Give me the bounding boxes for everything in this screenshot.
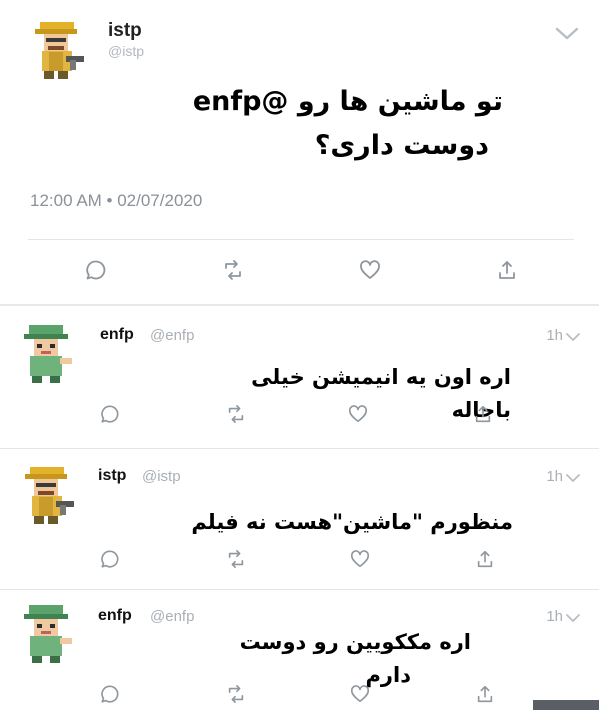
tweet-text-line: تو ماشین ها رو @enfp — [192, 86, 503, 117]
divider — [28, 239, 574, 240]
retweet-icon[interactable] — [226, 549, 246, 569]
reply-text: منظورم "ماشین"هست نه فیلم — [93, 506, 513, 539]
reply-text-line: دارم — [365, 663, 411, 687]
reply-tweet[interactable]: istp @istp 1h منظورم "ماشین"هست نه فیلم — [0, 449, 599, 589]
share-icon[interactable] — [473, 404, 493, 424]
like-icon[interactable] — [350, 684, 370, 704]
tweet-timestamp[interactable]: 12:00 AM • 02/07/2020 — [30, 191, 202, 211]
istp-avatar[interactable] — [20, 463, 78, 525]
enfp-character-icon — [24, 605, 72, 663]
main-tweet: istp @istp تو ماشین ها رو @enfp دوست دار… — [0, 0, 599, 306]
reply-icon[interactable] — [100, 404, 120, 424]
istp-avatar[interactable] — [30, 18, 88, 80]
share-icon[interactable] — [496, 259, 518, 281]
chevron-down-icon[interactable] — [565, 613, 581, 623]
reply-time: 1h — [546, 327, 563, 344]
like-icon[interactable] — [359, 259, 381, 281]
reply-time: 1h — [546, 468, 563, 485]
reply-text: اره اون یه انیمیشن خیلی باحاله — [131, 361, 511, 427]
enfp-avatar[interactable] — [20, 602, 78, 664]
reply-text: اره مککویین رو دوست دارم — [131, 626, 471, 692]
reply-text-line: اره مککویین رو دوست — [239, 630, 471, 654]
istp-character-icon — [35, 22, 84, 79]
author-handle[interactable]: @istp — [108, 43, 144, 59]
reply-time: 1h — [546, 608, 563, 625]
chevron-down-icon[interactable] — [555, 27, 579, 41]
reply-icon[interactable] — [100, 549, 120, 569]
reply-tweet[interactable]: enfp @enfp 1h اره مککویین رو دوست دارم — [0, 590, 599, 710]
reply-author-name[interactable]: enfp — [98, 607, 132, 625]
enfp-character-icon — [24, 325, 72, 383]
tweet-text: تو ماشین ها رو @enfp دوست داری؟ — [103, 80, 503, 168]
author-name[interactable]: istp — [108, 20, 142, 42]
reply-icon[interactable] — [100, 684, 120, 704]
corner-overlay — [533, 700, 599, 710]
reply-author-handle[interactable]: @enfp — [150, 608, 194, 625]
chevron-down-icon[interactable] — [565, 473, 581, 483]
reply-text-line: منظورم "ماشین"هست نه فیلم — [191, 510, 513, 534]
retweet-icon[interactable] — [226, 404, 246, 424]
like-icon[interactable] — [348, 404, 368, 424]
share-icon[interactable] — [475, 549, 495, 569]
share-icon[interactable] — [475, 684, 495, 704]
reply-text-line: باحاله — [451, 398, 511, 422]
retweet-icon[interactable] — [226, 684, 246, 704]
enfp-avatar[interactable] — [20, 322, 78, 384]
reply-tweet[interactable]: enfp @enfp 1h اره اون یه انیمیشن خیلی با… — [0, 306, 599, 448]
chevron-down-icon[interactable] — [565, 332, 581, 342]
reply-author-handle[interactable]: @enfp — [150, 327, 194, 344]
reply-author-name[interactable]: istp — [98, 467, 126, 485]
istp-character-icon — [25, 467, 74, 524]
tweet-text-line: دوست داری؟ — [314, 130, 489, 161]
reply-author-handle[interactable]: @istp — [142, 468, 181, 485]
reply-text-line: اره اون یه انیمیشن خیلی — [251, 365, 511, 389]
retweet-icon[interactable] — [222, 259, 244, 281]
like-icon[interactable] — [350, 549, 370, 569]
reply-icon[interactable] — [85, 259, 107, 281]
reply-author-name[interactable]: enfp — [100, 326, 134, 344]
